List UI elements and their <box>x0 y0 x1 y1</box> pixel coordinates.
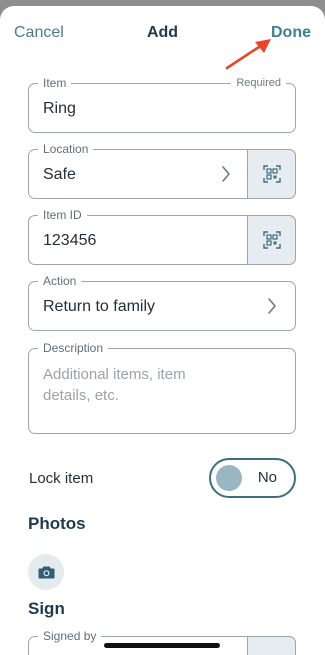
toggle-state-label: No <box>257 469 277 486</box>
signed-by-field-label: Signed by <box>38 628 102 644</box>
item-field-label: Item <box>38 75 72 91</box>
home-indicator <box>104 643 220 648</box>
description-input[interactable]: Additional items, item details, etc. <box>43 364 218 406</box>
photos-heading: Photos <box>28 514 86 533</box>
required-indicator: Required <box>231 75 286 91</box>
item-id-input[interactable]: 123456 <box>43 232 96 250</box>
item-field[interactable]: Item Required Ring <box>28 75 296 133</box>
description-field-label: Description <box>38 340 109 356</box>
lock-item-label: Lock item <box>29 470 94 487</box>
toggle-knob <box>216 465 242 491</box>
location-value: Safe <box>43 166 76 183</box>
lock-item-row: Lock item No <box>28 458 296 498</box>
chevron-right-icon <box>267 297 277 318</box>
action-value: Return to family <box>43 298 156 315</box>
sign-heading: Sign <box>28 599 65 618</box>
item-id-field-label: Item ID <box>38 207 87 223</box>
item-input[interactable]: Ring <box>43 100 76 118</box>
action-field[interactable]: Action Return to family <box>28 273 296 331</box>
add-photo-button[interactable] <box>28 554 64 590</box>
location-field[interactable]: Location Safe <box>28 141 296 199</box>
qr-scan-icon <box>262 231 281 249</box>
location-scan-button[interactable] <box>247 149 296 199</box>
navigation-bar: Cancel Add Done <box>0 6 325 62</box>
qr-scan-icon <box>262 165 281 183</box>
camera-icon <box>38 566 54 579</box>
item-id-field[interactable]: Item ID 123456 <box>28 207 296 265</box>
done-button[interactable]: Done <box>271 24 311 42</box>
chevron-right-icon <box>221 165 231 186</box>
annotation-arrow-icon <box>225 39 271 70</box>
location-field-label: Location <box>38 141 94 157</box>
action-field-label: Action <box>38 273 82 289</box>
item-id-scan-button[interactable] <box>247 215 296 265</box>
add-item-sheet: Cancel Add Done Item Required Ring Locat… <box>0 6 325 655</box>
description-field[interactable]: Description Additional items, item detai… <box>28 340 296 434</box>
lock-item-toggle[interactable]: No <box>209 458 296 498</box>
signature-button[interactable] <box>247 636 296 655</box>
